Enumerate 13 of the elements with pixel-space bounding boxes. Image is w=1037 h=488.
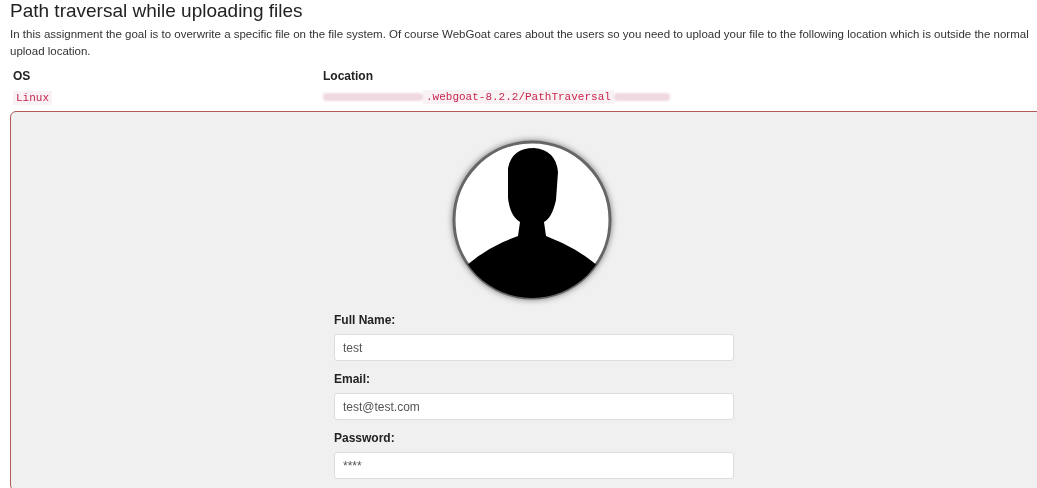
code-text: .webgoat-8.2.2/PathTraversal xyxy=(423,89,614,104)
page-title: Path traversal while uploading files xyxy=(10,0,304,22)
field-label: Password: xyxy=(334,431,396,445)
code-text: Linux xyxy=(13,90,52,105)
field-label: Full Name: xyxy=(334,313,397,327)
redacted-mark xyxy=(613,92,670,101)
column-header: Location xyxy=(323,68,373,83)
input-field[interactable]: test@test.com xyxy=(334,393,734,420)
input-field[interactable]: test xyxy=(334,334,734,361)
column-header: OS xyxy=(13,68,32,83)
input-field[interactable]: **** xyxy=(334,452,734,479)
field-label: Email: xyxy=(334,372,371,386)
intro-paragraph: In this assignment the goal is to overwrite a specific file on the file system. Of course WebGoat cares about the users so you need to upload your file to the following location which is outside the normal upload location. xyxy=(10,27,1030,59)
